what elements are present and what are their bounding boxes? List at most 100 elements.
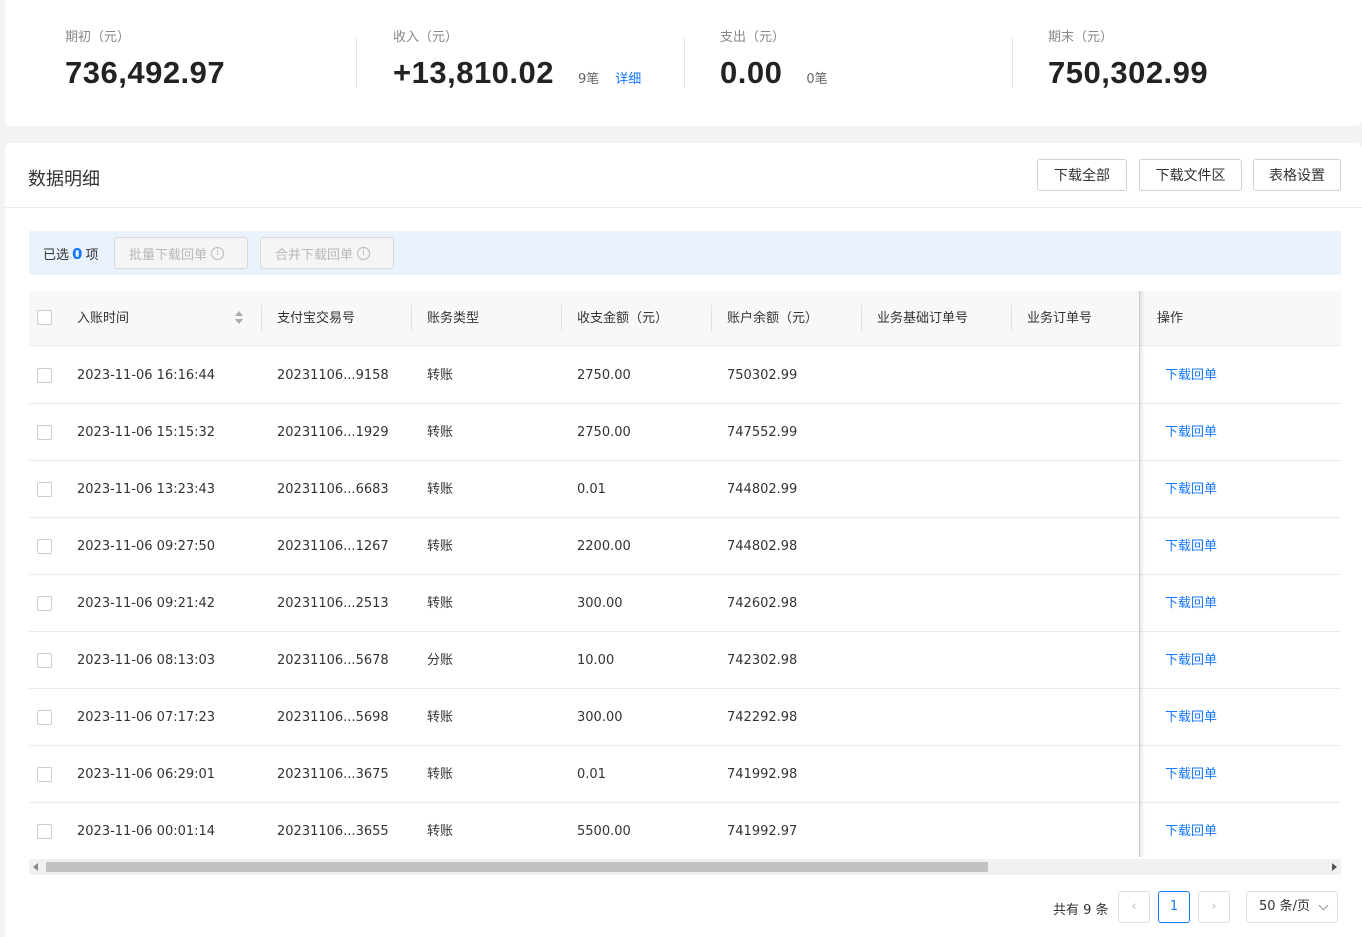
row-checkbox[interactable] — [37, 710, 52, 725]
cell-amount: 2750.00 — [577, 368, 631, 383]
column-separator — [1011, 305, 1012, 331]
download-receipt-link[interactable]: 下载回单 — [1165, 518, 1217, 575]
cell-type: 转账 — [427, 596, 454, 611]
stat-expense-label: 支出（元） — [720, 30, 786, 45]
cell-balance: 744802.99 — [727, 482, 798, 497]
cell-amount: 300.00 — [577, 596, 623, 611]
income-detail-link[interactable]: 详细 — [615, 68, 641, 87]
cell-trade-no: 20231106...5678 — [277, 653, 389, 668]
stat-expense-value: 0.00 — [720, 55, 783, 90]
cell-amount: 0.01 — [577, 482, 606, 497]
prev-page-button[interactable]: ‹ — [1118, 891, 1150, 923]
summary-card: 期初（元） 736,492.97 收入（元） +13,810.02 9笔 详细 … — [5, 0, 1362, 126]
merge-download-button[interactable]: 合并下载回单 i — [260, 237, 394, 269]
fixed-column-shadow — [1139, 291, 1145, 857]
cell-type: 转账 — [427, 482, 454, 497]
download-receipt-link[interactable]: 下载回单 — [1165, 461, 1217, 518]
scroll-right-icon[interactable] — [1332, 863, 1337, 871]
column-header-base-order: 业务基础订单号 — [877, 311, 969, 326]
column-header-amount: 收支金额（元） — [577, 311, 669, 326]
row-checkbox[interactable] — [37, 425, 52, 440]
download-receipt-link[interactable]: 下载回单 — [1165, 575, 1217, 632]
divider — [684, 38, 685, 88]
stat-income-count: 9笔 — [578, 72, 600, 87]
selection-bar: 已选 0 项 批量下载回单 i 合并下载回单 i — [29, 231, 1341, 275]
cell-time: 2023-11-06 15:15:32 — [77, 425, 216, 440]
column-separator — [261, 305, 262, 331]
download-files-button[interactable]: 下载文件区 — [1139, 159, 1242, 191]
page-1-button[interactable]: 1 — [1158, 891, 1190, 923]
stat-opening-label: 期初（元） — [65, 30, 131, 45]
cell-balance: 742302.98 — [727, 653, 798, 668]
download-all-button[interactable]: 下载全部 — [1037, 159, 1127, 191]
cell-trade-no: 20231106...1267 — [277, 539, 389, 554]
cell-time: 2023-11-06 00:01:14 — [77, 824, 216, 839]
column-header-action: 操作 — [1157, 311, 1184, 326]
page-size-value: 50 条/页 — [1259, 899, 1311, 914]
divider — [356, 38, 357, 88]
info-icon: i — [357, 246, 371, 260]
stat-closing: 期末（元） 750,302.99 — [1048, 26, 1208, 91]
download-receipt-link[interactable]: 下载回单 — [1165, 746, 1217, 803]
page-size-select[interactable]: 50 条/页 — [1246, 891, 1338, 923]
download-receipt-link[interactable]: 下载回单 — [1165, 347, 1217, 404]
selection-prefix: 已选 — [43, 248, 70, 263]
divider — [1012, 38, 1013, 88]
selection-text: 已选 0 项 — [43, 244, 98, 263]
row-checkbox[interactable] — [37, 653, 52, 668]
cell-balance: 742292.98 — [727, 710, 798, 725]
cell-trade-no: 20231106...1929 — [277, 425, 389, 440]
column-header-time[interactable]: 入账时间 — [77, 291, 129, 346]
cell-type: 转账 — [427, 368, 454, 383]
download-receipt-link[interactable]: 下载回单 — [1165, 632, 1217, 689]
stat-closing-value: 750,302.99 — [1048, 55, 1209, 90]
horizontal-scrollbar[interactable] — [29, 859, 1341, 875]
select-all-checkbox[interactable] — [37, 310, 52, 325]
stat-expense-count: 0笔 — [806, 72, 828, 87]
column-separator — [861, 305, 862, 331]
row-checkbox[interactable] — [37, 824, 52, 839]
column-separator — [561, 305, 562, 331]
stat-opening-value: 736,492.97 — [65, 55, 226, 90]
cell-trade-no: 20231106...2513 — [277, 596, 389, 611]
cell-type: 转账 — [427, 710, 454, 725]
stat-opening: 期初（元） 736,492.97 — [65, 26, 225, 91]
download-receipt-link[interactable]: 下载回单 — [1165, 404, 1217, 461]
cell-balance: 744802.98 — [727, 539, 798, 554]
info-icon: i — [211, 246, 225, 260]
row-checkbox[interactable] — [37, 596, 52, 611]
detail-panel: 数据明细 下载全部 下载文件区 表格设置 已选 0 项 批量下载回单 i 合并下载回单… — [5, 143, 1362, 937]
cell-time: 2023-11-06 09:27:50 — [77, 539, 216, 554]
batch-download-button[interactable]: 批量下载回单 i — [114, 237, 248, 269]
cell-balance: 747552.99 — [727, 425, 798, 440]
cell-balance: 742602.98 — [727, 596, 798, 611]
cell-time: 2023-11-06 08:13:03 — [77, 653, 216, 668]
batch-download-label: 批量下载回单 — [129, 247, 208, 263]
download-receipt-link[interactable]: 下载回单 — [1165, 803, 1217, 860]
stat-expense: 支出（元） 0.00 0笔 — [720, 26, 828, 91]
download-receipt-link[interactable]: 下载回单 — [1165, 689, 1217, 746]
panel-title: 数据明细 — [28, 169, 100, 190]
row-checkbox[interactable] — [37, 482, 52, 497]
scroll-left-icon[interactable] — [33, 863, 38, 871]
cell-amount: 5500.00 — [577, 824, 631, 839]
selection-suffix: 项 — [85, 248, 99, 263]
column-header-order: 业务订单号 — [1027, 311, 1093, 326]
cell-trade-no: 20231106...9158 — [277, 368, 389, 383]
cell-amount: 300.00 — [577, 710, 623, 725]
cell-time: 2023-11-06 09:21:42 — [77, 596, 216, 611]
scrollbar-thumb[interactable] — [46, 862, 988, 872]
stat-income-label: 收入（元） — [393, 30, 459, 45]
column-header-balance: 账户余额（元） — [727, 311, 819, 326]
row-checkbox[interactable] — [37, 767, 52, 782]
stat-income-value: +13,810.02 — [393, 55, 555, 90]
cell-balance: 741992.98 — [727, 767, 798, 782]
row-checkbox[interactable] — [37, 539, 52, 554]
column-separator — [711, 305, 712, 331]
row-checkbox[interactable] — [37, 368, 52, 383]
sort-icon[interactable] — [234, 311, 244, 325]
column-header-trade-no: 支付宝交易号 — [277, 311, 356, 326]
cell-type: 转账 — [427, 824, 454, 839]
table-settings-button[interactable]: 表格设置 — [1253, 159, 1341, 191]
next-page-button[interactable]: › — [1198, 891, 1230, 923]
